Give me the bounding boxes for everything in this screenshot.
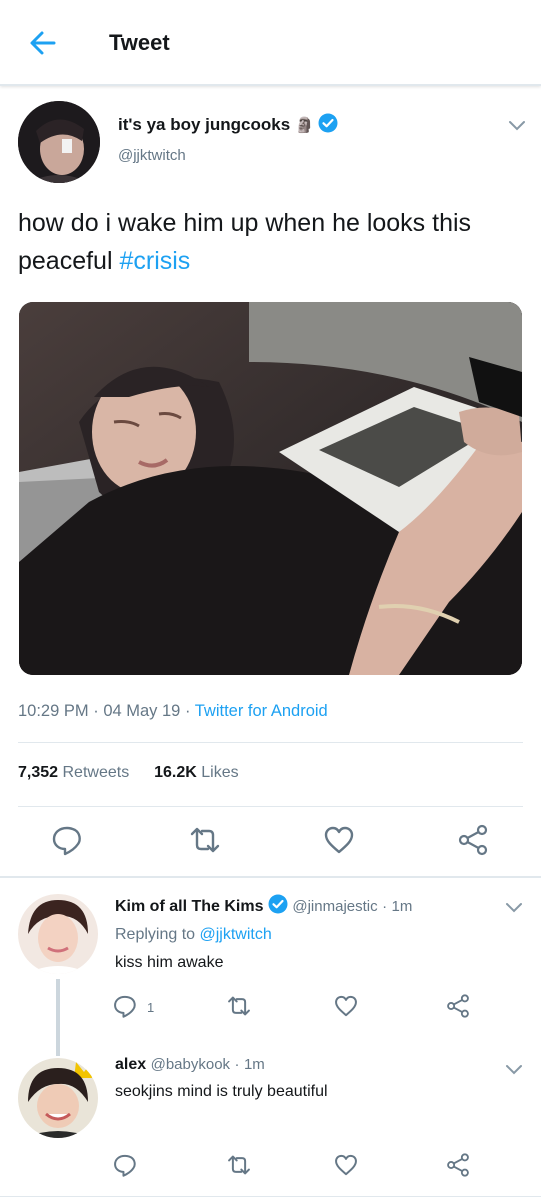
- chevron-down-icon[interactable]: [505, 902, 523, 914]
- like-icon[interactable]: [333, 1152, 359, 1178]
- section-separator: [0, 876, 541, 878]
- retweet-icon[interactable]: [226, 1152, 252, 1178]
- thread-connector-line: [56, 979, 60, 1056]
- reply-author-name[interactable]: Kim of all The Kims: [115, 898, 263, 915]
- tweet-stats: 7,352 Retweets 16.2K Likes: [18, 764, 239, 782]
- verified-badge-icon: [268, 894, 288, 914]
- chevron-down-icon[interactable]: [508, 120, 526, 132]
- share-icon[interactable]: [456, 823, 490, 857]
- page-title: Tweet: [109, 30, 170, 55]
- reply-header: alex @babykook · 1m: [115, 1056, 265, 1074]
- back-arrow-icon[interactable]: [28, 28, 58, 58]
- retweets-stat[interactable]: 7,352 Retweets: [18, 764, 129, 781]
- reply-time: 1m: [243, 1056, 265, 1073]
- replying-to-handle[interactable]: @jjktwitch: [200, 926, 272, 943]
- meta-dot: ·: [234, 1056, 240, 1073]
- retweets-count: 7,352: [18, 764, 59, 781]
- likes-label: Likes: [201, 764, 239, 781]
- reply-text: seokjins mind is truly beautiful: [115, 1083, 328, 1100]
- tweet-media-image[interactable]: [19, 302, 522, 675]
- reply-avatar[interactable]: [18, 1058, 98, 1138]
- retweets-label: Retweets: [62, 764, 130, 781]
- reply-header: Kim of all The Kims @jinmajestic · 1m: [115, 894, 412, 916]
- share-icon[interactable]: [445, 993, 471, 1019]
- retweet-icon[interactable]: [188, 823, 222, 857]
- author-display-name: it's ya boy jungcooks: [118, 115, 291, 134]
- like-icon[interactable]: [333, 993, 359, 1019]
- author-handle[interactable]: @jjktwitch: [118, 147, 186, 164]
- verified-badge-icon: [318, 113, 338, 133]
- meta-dot: ·: [382, 898, 388, 915]
- reply-count: 1: [147, 1000, 155, 1015]
- reply-author-handle[interactable]: @babykook: [151, 1056, 230, 1073]
- reply-author-handle[interactable]: @jinmajestic: [292, 898, 377, 915]
- retweet-icon[interactable]: [226, 993, 252, 1019]
- reply-icon[interactable]: [50, 823, 84, 857]
- replying-to-line: Replying to @jjktwitch: [115, 926, 272, 944]
- reply-time: 1m: [391, 898, 413, 915]
- tweet-time: 10:29 PM: [18, 702, 89, 720]
- author-avatar[interactable]: [18, 101, 100, 183]
- chevron-down-icon[interactable]: [505, 1064, 523, 1076]
- tweet-source-link[interactable]: Twitter for Android: [195, 702, 328, 720]
- author-name-row[interactable]: it's ya boy jungcooks 🗿: [118, 113, 338, 135]
- meta-dot: ·: [184, 702, 191, 720]
- replying-to-prefix: Replying to: [115, 926, 196, 943]
- reply-author-name[interactable]: alex: [115, 1056, 146, 1073]
- reply-icon[interactable]: [112, 1152, 138, 1178]
- top-app-bar: Tweet: [0, 0, 541, 86]
- moai-emoji: 🗿: [294, 117, 314, 134]
- share-icon[interactable]: [445, 1152, 471, 1178]
- reply-text: kiss him awake: [115, 954, 224, 971]
- tweet-timestamp-row: 10:29 PM · 04 May 19 · Twitter for Andro…: [18, 702, 328, 721]
- divider: [18, 742, 523, 743]
- tweet-body: how do i wake him up when he looks this …: [18, 209, 472, 275]
- likes-count: 16.2K: [154, 764, 197, 781]
- meta-dot: ·: [93, 702, 99, 720]
- tweet-date: 04 May 19: [103, 702, 181, 720]
- divider: [18, 806, 523, 807]
- divider: [0, 1196, 541, 1197]
- likes-stat[interactable]: 16.2K Likes: [154, 764, 239, 781]
- tweet-text: how do i wake him up when he looks this …: [18, 204, 518, 280]
- like-icon[interactable]: [322, 823, 356, 857]
- reply-icon[interactable]: [112, 993, 138, 1019]
- hashtag-link[interactable]: #crisis: [119, 247, 190, 275]
- reply-avatar[interactable]: [18, 894, 98, 974]
